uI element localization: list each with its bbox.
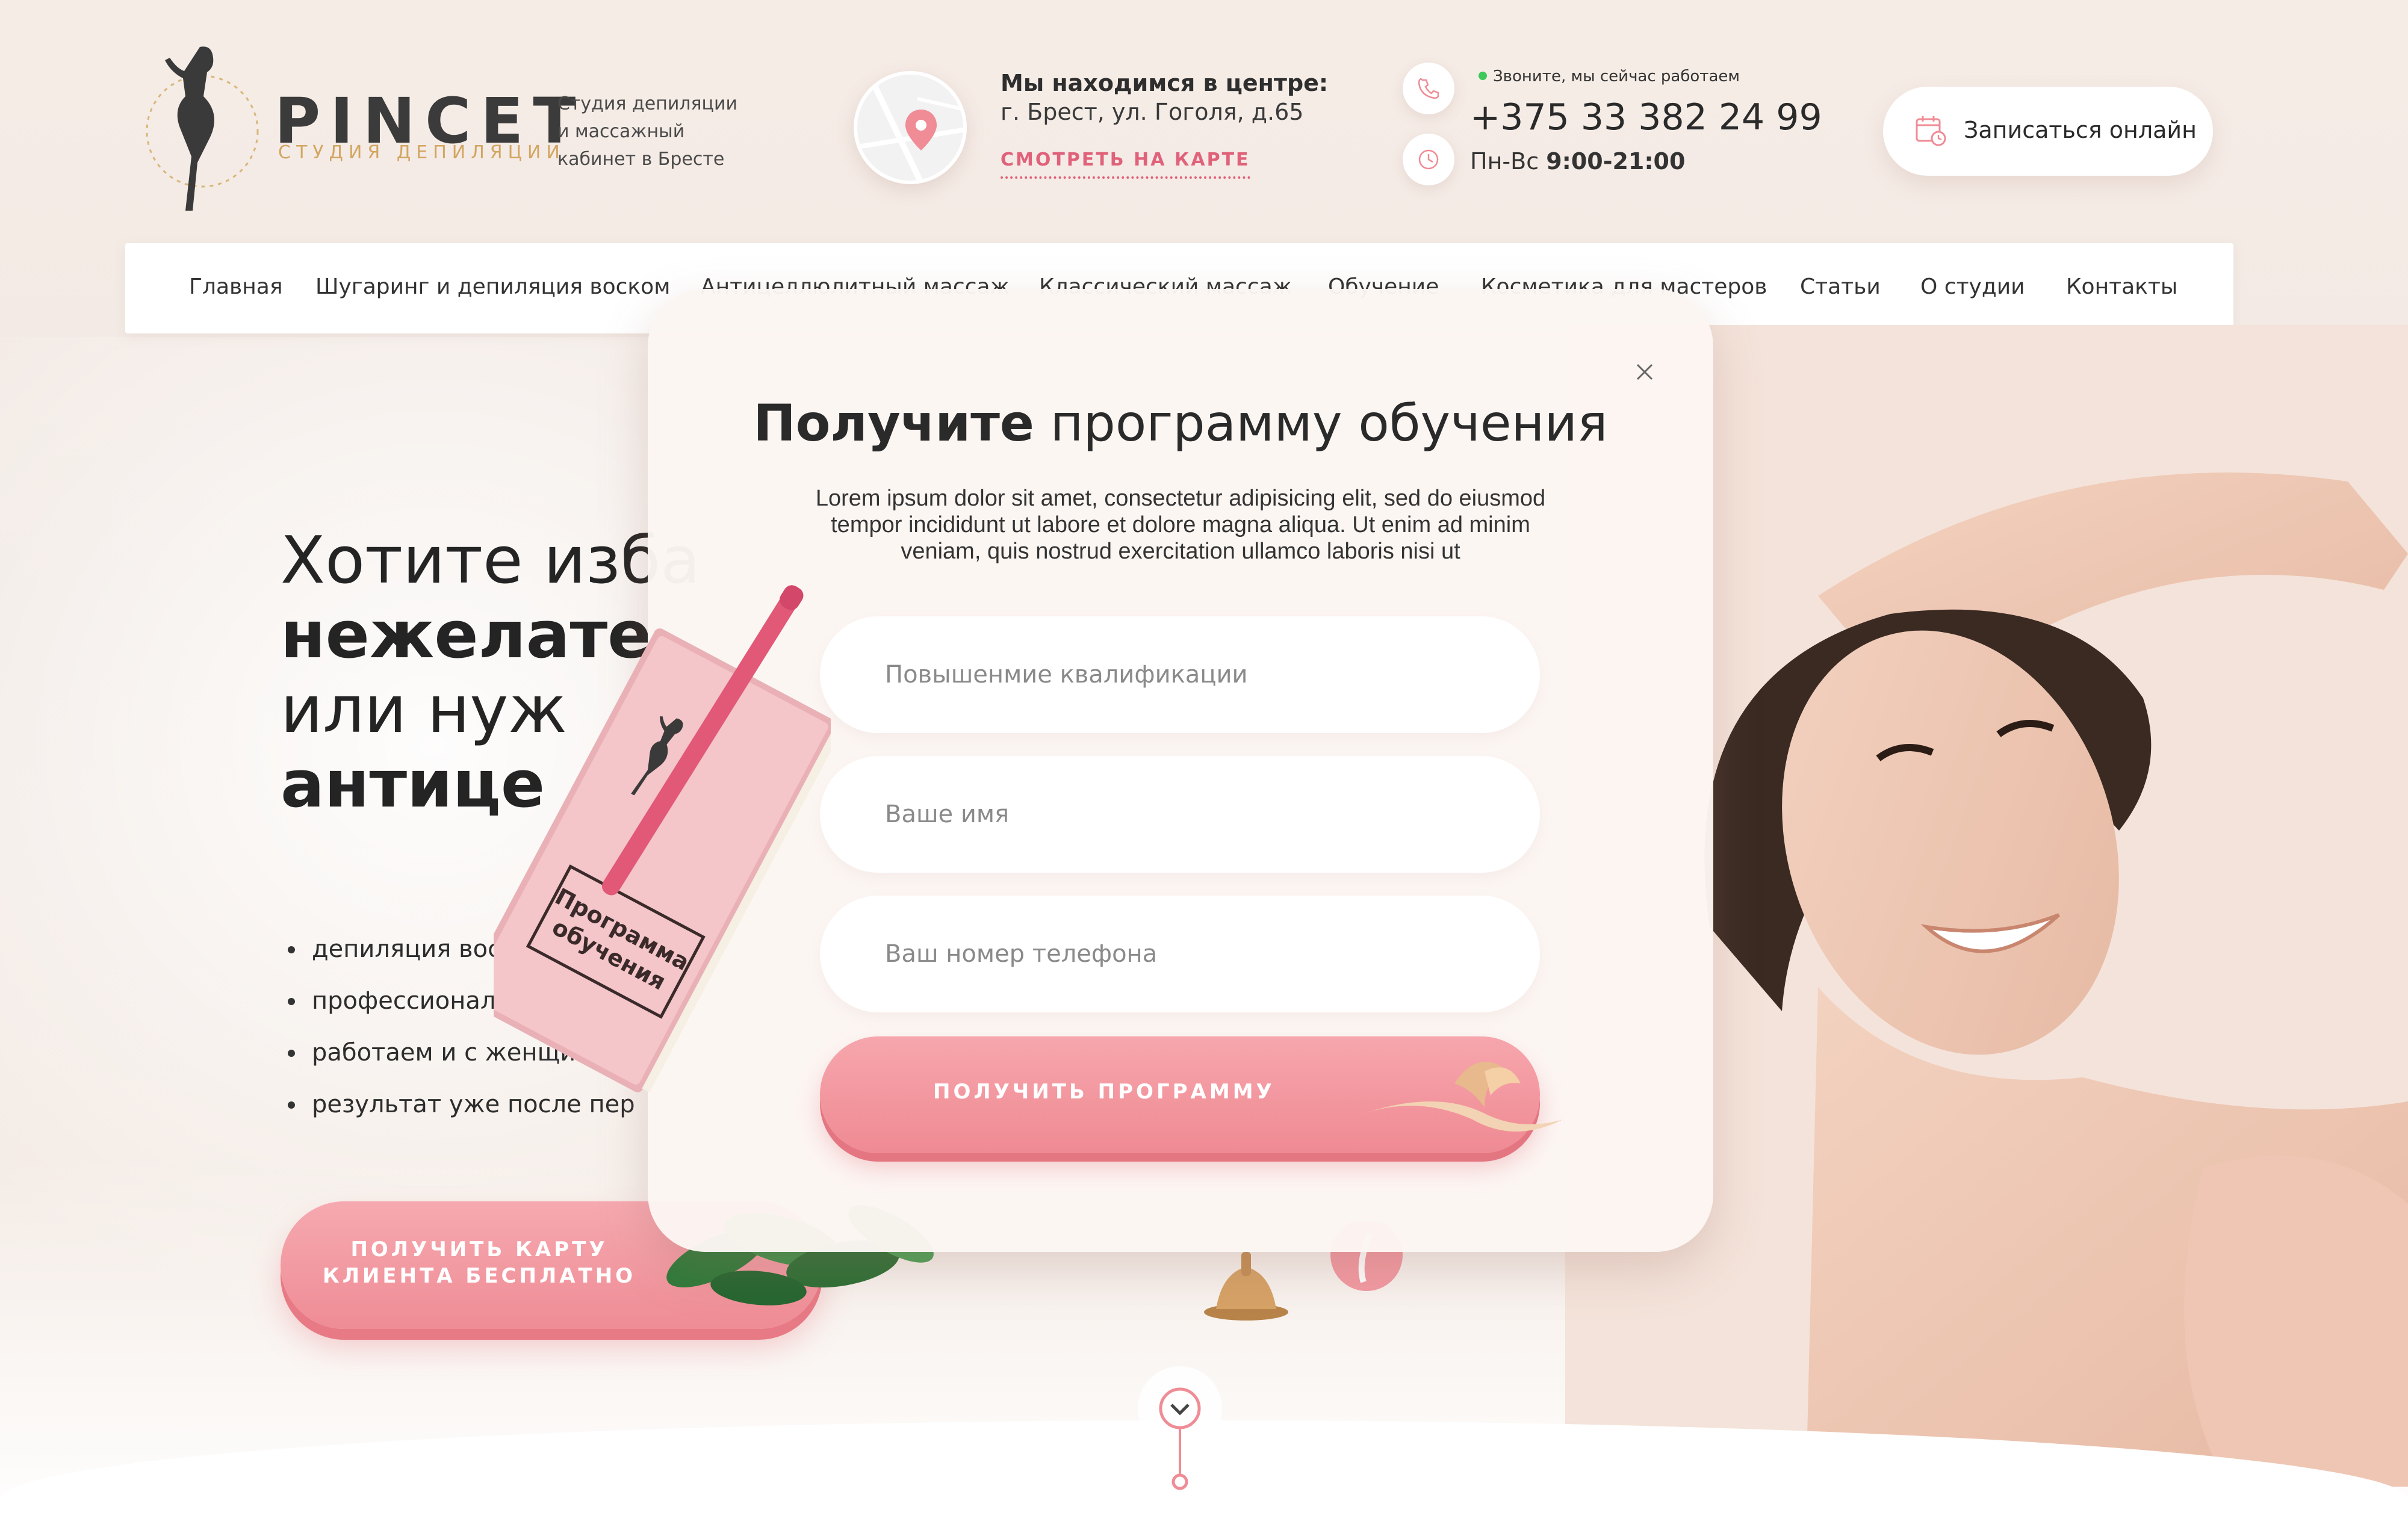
tagline-line: Студия депиляции xyxy=(557,93,737,114)
nav-item-contacts[interactable]: Контакты xyxy=(2066,274,2177,299)
get-program-label: ПОЛУЧИТЬ ПРОГРАММУ xyxy=(933,1080,1275,1104)
nav-item-about[interactable]: О студии xyxy=(1920,274,2025,299)
tagline-line: и массажный xyxy=(557,121,685,142)
close-icon[interactable] xyxy=(1633,360,1657,384)
course-field[interactable] xyxy=(820,616,1540,733)
nav-item-sugaring[interactable]: Шугаринг и депиляция воском xyxy=(315,274,670,299)
map-thumbnail[interactable] xyxy=(854,71,967,184)
working-status: Звоните, мы сейчас работаем xyxy=(1479,67,1740,85)
working-hours: Пн-Вс 9:00-21:00 xyxy=(1470,148,1685,175)
nav-item-home[interactable]: Главная xyxy=(189,274,283,299)
hours-days: Пн-Вс xyxy=(1470,148,1539,175)
status-dot xyxy=(1479,72,1487,80)
get-client-card-label: ПОЛУЧИТЬ КАРТУ КЛИЕНТА БЕСПЛАТНО xyxy=(281,1236,678,1289)
logo-subtitle: СТУДИЯ ДЕПИЛЯЦИИ xyxy=(278,142,565,163)
tagline-line: кабинет в Бресте xyxy=(557,149,725,170)
bell-decoration xyxy=(1204,1252,1288,1321)
view-on-map-link[interactable]: СМОТРЕТЬ НА КАРТЕ xyxy=(1001,149,1250,179)
phone-number[interactable]: +375 33 382 24 99 xyxy=(1470,96,1822,138)
tagline: Студия депиляции и массажный кабинет в Б… xyxy=(557,90,774,173)
location-address: г. Брест, ул. Гоголя, д.65 xyxy=(1001,99,1304,125)
cta-line: КЛИЕНТА БЕСПЛАТНО xyxy=(322,1264,636,1288)
location-title: Мы находимся в центре: xyxy=(1001,70,1329,96)
logo-silhouette xyxy=(146,46,259,211)
modal-title-rest: программу обучения xyxy=(1050,394,1608,453)
clock-icon xyxy=(1403,134,1454,185)
cta-line: ПОЛУЧИТЬ КАРТУ xyxy=(350,1237,608,1262)
hours-time: 9:00-21:00 xyxy=(1546,148,1686,175)
name-field[interactable] xyxy=(820,756,1540,873)
phone-icon xyxy=(1403,63,1454,114)
nav-item-articles[interactable]: Статьи xyxy=(1800,274,1881,299)
modal-description: Lorem ipsum dolor sit amet, consectetur … xyxy=(815,486,1546,564)
scroll-down-indicator[interactable] xyxy=(1132,1360,1228,1493)
modal-title: Получите программу обучения xyxy=(648,394,1713,453)
book-online-label: Записаться онлайн xyxy=(1964,117,2197,143)
book-online-button[interactable]: Записаться онлайн xyxy=(1883,87,2213,176)
program-notebook-image: Программа обучения xyxy=(494,585,831,1093)
phone-field[interactable] xyxy=(820,896,1540,1012)
ribbon-decoration xyxy=(1364,1062,1563,1132)
map-pin-icon xyxy=(857,75,963,181)
modal-title-bold: Получите xyxy=(753,394,1034,453)
working-status-text: Звоните, мы сейчас работаем xyxy=(1493,67,1740,85)
calendar-icon xyxy=(1916,116,1946,146)
logo[interactable]: PINCET СТУДИЯ ДЕПИЛЯЦИИ xyxy=(142,41,576,221)
